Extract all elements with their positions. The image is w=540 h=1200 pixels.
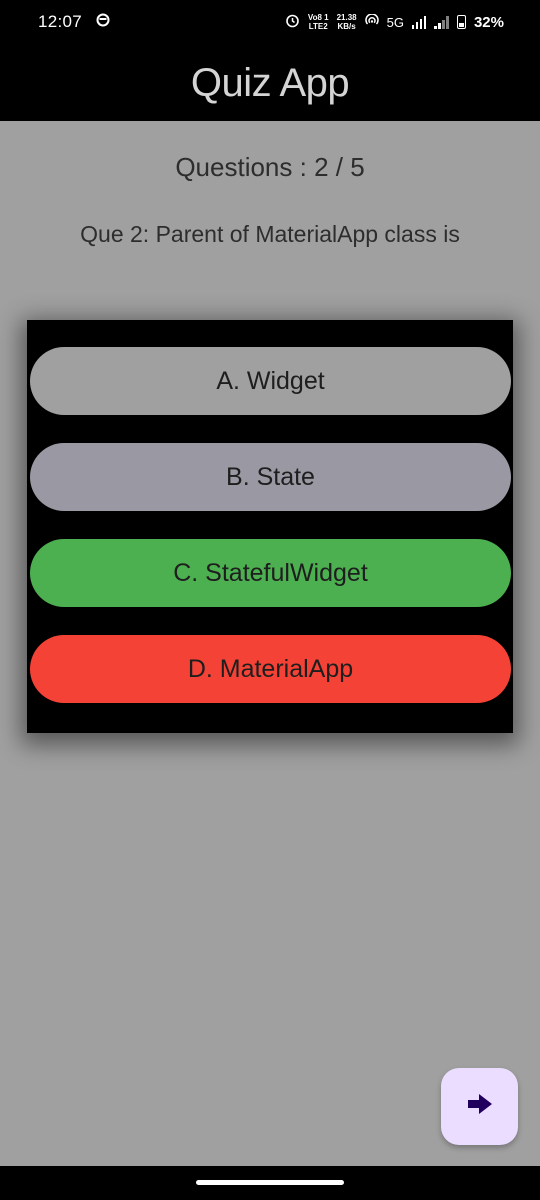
battery-icon — [456, 15, 466, 29]
network-speed: 21.38 KB/s — [337, 13, 357, 31]
app-bar: Quiz App — [0, 44, 540, 121]
battery-percent: 32% — [473, 13, 504, 31]
status-right: Vo8 1 LTE2 21.38 KB/s 5G 32% — [285, 12, 504, 31]
options-card: A. Widget B. State C. StatefulWidget D. … — [27, 320, 513, 733]
quiz-content: Questions : 2 / 5 Que 2: Parent of Mater… — [0, 121, 540, 1166]
page-title: Quiz App — [190, 61, 350, 105]
alarm-icon — [285, 13, 300, 31]
question-text: Que 2: Parent of MaterialApp class is — [80, 221, 460, 247]
signal-icon — [411, 15, 427, 29]
arrow-right-icon — [467, 1093, 493, 1120]
hotspot-icon — [364, 12, 379, 31]
signal-icon-2 — [434, 15, 449, 29]
question-counter: Questions : 2 / 5 — [175, 152, 365, 182]
volte-top: Vo8 1 — [307, 13, 329, 22]
status-time: 12:07 — [38, 12, 83, 31]
option-c-button[interactable]: C. StatefulWidget — [30, 539, 511, 607]
volte-indicator: Vo8 1 LTE2 — [308, 13, 329, 31]
system-nav-bar — [0, 1166, 540, 1200]
option-d-button[interactable]: D. MaterialApp — [30, 635, 511, 703]
home-indicator[interactable] — [196, 1180, 344, 1185]
speed-unit: KB/s — [337, 22, 356, 31]
status-left: 12:07 — [38, 12, 110, 32]
status-bar: 12:07 Vo8 1 LTE2 21.38 KB/s 5G 32% — [0, 0, 540, 44]
option-b-button[interactable]: B. State — [30, 443, 511, 511]
next-question-button[interactable] — [441, 1068, 518, 1145]
notification-icon — [96, 13, 110, 32]
volte-bottom: LTE2 — [308, 22, 328, 31]
option-a-button[interactable]: A. Widget — [30, 347, 511, 415]
speed-value: 21.38 — [336, 13, 357, 22]
network-type: 5G — [386, 14, 404, 30]
